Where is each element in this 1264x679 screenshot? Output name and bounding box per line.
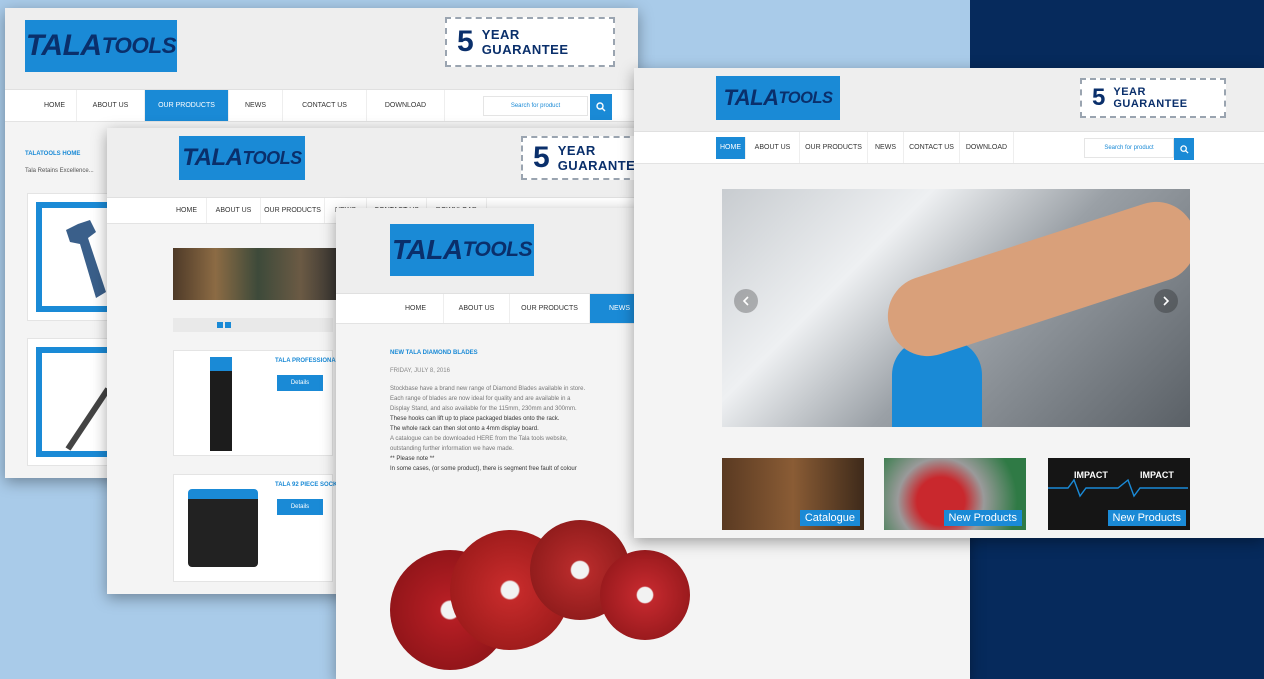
search-icon: [1179, 144, 1189, 154]
page-header: TALA TOOLS 5 YEAR GUARANTEE: [5, 8, 638, 90]
product-card-socket-set[interactable]: [173, 350, 333, 456]
tile-label: New Products: [1107, 510, 1186, 526]
guarantee-number: 5: [457, 25, 474, 58]
article-line: A catalogue can be downloaded HERE from …: [390, 436, 568, 442]
slider-next-button[interactable]: [1154, 289, 1178, 313]
nav-products[interactable]: OUR PRODUCTS: [261, 198, 325, 223]
article-line: Stockbase have a brand new range of Diam…: [390, 386, 586, 392]
details-button[interactable]: Details: [277, 375, 323, 391]
article-line: Display Stand, and also available for th…: [390, 406, 577, 412]
article-line: These hooks can lift up to place package…: [390, 416, 560, 422]
nav-news[interactable]: NEWS: [229, 90, 283, 121]
slider-prev-button[interactable]: [734, 289, 758, 313]
tala-logo[interactable]: TALA TOOLS: [179, 136, 305, 180]
nav-about[interactable]: ABOUT US: [444, 294, 510, 323]
article-date: FRIDAY, JULY 8, 2016: [390, 368, 450, 374]
nav-home[interactable]: HOME: [33, 90, 77, 121]
product-card-socket-case[interactable]: [173, 474, 333, 582]
guarantee-badge: 5 YEAR GUARANTEE: [1080, 78, 1226, 118]
product-title: TALA 92 PIECE SOCKET: [275, 482, 346, 488]
search-input[interactable]: Search for product: [1084, 138, 1174, 158]
tala-logo[interactable]: TALA TOOLS: [716, 76, 840, 120]
nav-products[interactable]: OUR PRODUCTS: [800, 132, 868, 163]
chevron-right-icon: [1163, 296, 1170, 306]
nav-about[interactable]: ABOUT US: [207, 198, 261, 223]
hero-arm: [877, 191, 1190, 367]
nav-about[interactable]: ABOUT US: [746, 132, 800, 163]
intro-text: Tala Retains Excellence...: [25, 168, 94, 174]
guarantee-badge: 5 YEAR GUARANTEE: [521, 136, 642, 180]
nav-products[interactable]: OUR PRODUCTS: [510, 294, 590, 323]
nav-home[interactable]: HOME: [388, 294, 444, 323]
article-line: outstanding further information we have …: [390, 446, 514, 452]
nav-products[interactable]: OUR PRODUCTS: [145, 90, 229, 121]
article-line: The whole rack can then slot onto a 4mm …: [390, 426, 539, 432]
section-title: TALATOOLS HOME: [25, 151, 81, 157]
tala-logo[interactable]: TALA TOOLS: [25, 20, 177, 72]
nav-about[interactable]: ABOUT US: [77, 90, 145, 121]
tile-new-products-impact[interactable]: IMPACT IMPACT New Products: [1048, 458, 1190, 530]
tala-logo[interactable]: TALA TOOLS: [390, 224, 534, 276]
guarantee-badge: 5 YEAR GUARANTEE: [445, 17, 615, 67]
nav-contact[interactable]: CONTACT US: [904, 132, 960, 163]
article-headline: NEW TALA DIAMOND BLADES: [390, 350, 478, 356]
nav-download[interactable]: DOWNLOAD: [367, 90, 445, 121]
heartbeat-icon: [1048, 478, 1188, 498]
article-line: ** Please note **: [390, 456, 435, 462]
page-header: TALA TOOLS 5 YEAR GUARANTEE: [107, 128, 642, 198]
nav-news[interactable]: NEWS: [868, 132, 904, 163]
article-body: Stockbase have a brand new range of Diam…: [390, 384, 630, 474]
search-button[interactable]: [1174, 138, 1194, 160]
screenshot-page-homepage: TALA TOOLS 5 YEAR GUARANTEE HOME ABOUT US…: [634, 68, 1264, 538]
search-icon: [596, 102, 606, 112]
tile-new-products-blades[interactable]: New Products: [884, 458, 1026, 530]
nav-home[interactable]: HOME: [167, 198, 207, 223]
article-line: Each range of blades are now ideal for q…: [390, 396, 571, 402]
banner-image: [173, 248, 343, 300]
product-image: [210, 357, 232, 451]
tile-catalogue[interactable]: Catalogue: [722, 458, 864, 530]
search-input[interactable]: Search for product: [483, 96, 588, 116]
details-button[interactable]: Details: [277, 499, 323, 515]
tile-label: New Products: [943, 510, 1022, 526]
hero-slider[interactable]: [722, 189, 1190, 427]
article-line: In some cases, (or some product), there …: [390, 466, 577, 472]
nav-contact[interactable]: CONTACT US: [283, 90, 367, 121]
diamond-blades-image: [390, 520, 690, 679]
product-title: TALA PROFESSIONAL: [275, 358, 340, 364]
nav-home[interactable]: HOME: [716, 136, 746, 159]
tile-label: Catalogue: [799, 510, 860, 526]
search-button[interactable]: [590, 94, 612, 120]
nav-download[interactable]: DOWNLOAD: [960, 132, 1014, 163]
chevron-left-icon: [742, 296, 749, 306]
guarantee-text: YEAR GUARANTEE: [481, 27, 569, 57]
page-header: TALA TOOLS 5 YEAR GUARANTEE: [634, 68, 1264, 132]
product-image: [188, 489, 258, 567]
pagination-bar: [173, 318, 333, 332]
